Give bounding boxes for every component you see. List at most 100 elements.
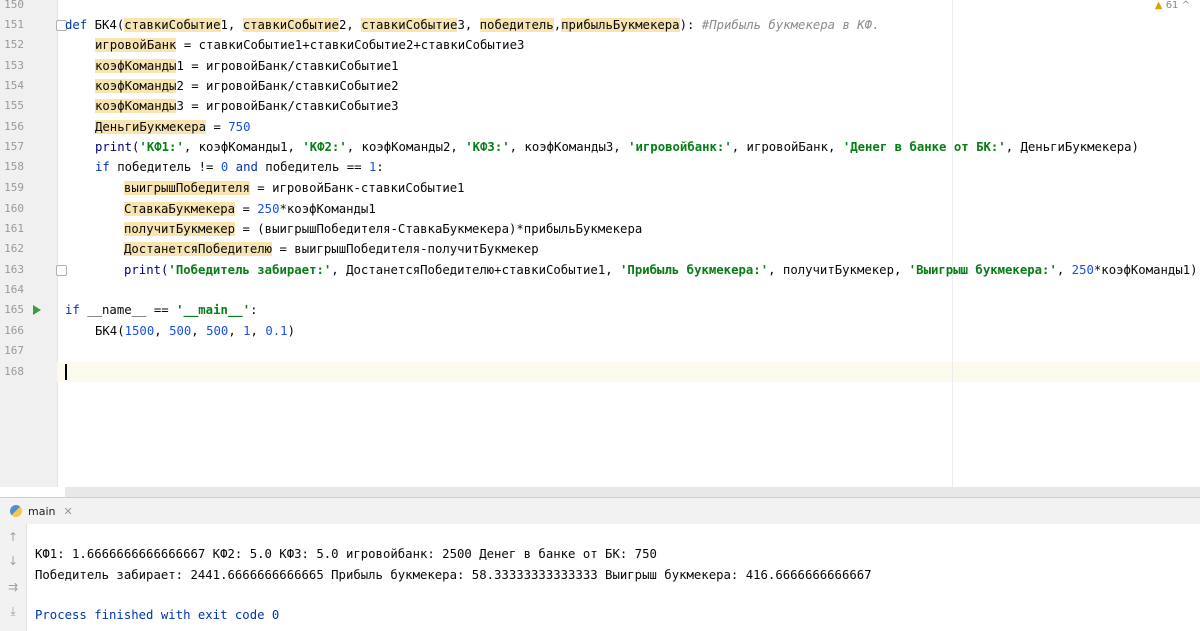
line-number: 166 — [4, 324, 24, 337]
line-number: 160 — [4, 202, 24, 215]
keyword: if — [65, 303, 80, 317]
run-gutter-icon[interactable] — [33, 305, 41, 315]
variable: коэфКоманды — [95, 59, 177, 73]
number: 500 — [206, 324, 229, 338]
args: , коэфКоманды3, — [509, 140, 629, 154]
param: ставкиСобытие — [242, 18, 339, 32]
console-output-line: КФ1: 1.6666666666666667 КФ2: 5.0 КФ3: 5.… — [35, 547, 657, 561]
python-icon — [10, 505, 22, 517]
punct: , — [250, 324, 266, 338]
code-line: if __name__ == '__main__': — [65, 300, 258, 320]
code-line: print('КФ1:', коэфКоманды1, 'КФ2:', коэф… — [95, 137, 1139, 157]
variable-suffix: 3 — [176, 99, 184, 113]
tab-main[interactable]: main ✕ — [10, 502, 73, 520]
args: , игровойБанк, — [731, 140, 843, 154]
param-suffix: 3 — [457, 18, 465, 32]
punct: , — [228, 324, 244, 338]
comment: #Прибыль букмекера в КФ. — [701, 18, 880, 32]
line-number: 156 — [4, 120, 24, 133]
number: 250 — [257, 202, 280, 216]
code-line: if победитель != 0 and победитель == 1: — [95, 157, 384, 177]
tab-main-label: main — [28, 504, 56, 518]
variable: коэфКоманды — [95, 79, 177, 93]
variable-suffix: 2 — [176, 79, 184, 93]
function-call: БК4( — [95, 324, 125, 338]
builtin: print( — [124, 263, 169, 277]
function-name: БК4( — [94, 18, 125, 32]
arrow-down-icon[interactable]: ↓ — [6, 554, 20, 568]
expression: = игровойБанк/ставкиСобытие1 — [183, 59, 399, 73]
punct: ) — [287, 324, 295, 338]
args: , — [1056, 263, 1072, 277]
scroll-to-end-icon[interactable]: ⤓ — [6, 604, 20, 618]
variable-suffix: 1 — [176, 59, 184, 73]
text-caret — [65, 364, 67, 380]
code-line: ДостанетсяПобедителю = выигрышПобедителя… — [124, 239, 539, 259]
line-number: 152 — [4, 38, 24, 51]
punct: , — [464, 18, 480, 32]
param: прибыльБукмекера — [561, 18, 680, 32]
keyword: if — [95, 160, 110, 174]
number: 1 — [243, 324, 251, 338]
expression: = (выигрышПобедителя-СтавкаБукмекера)*пр… — [235, 222, 643, 236]
line-number: 158 — [4, 160, 24, 173]
number: 0.1 — [265, 324, 288, 338]
punct: : — [250, 303, 258, 317]
number: 750 — [228, 120, 251, 134]
code-line: print('Победитель забирает:', Достанется… — [124, 260, 1198, 280]
horizontal-scrollbar[interactable] — [65, 487, 1200, 497]
code-line: СтавкаБукмекера = 250*коэфКоманды1 — [124, 199, 376, 219]
args: , коэфКоманды1, — [183, 140, 303, 154]
line-number: 164 — [4, 283, 24, 296]
code-line: игровойБанк = ставкиСобытие1+ставкиСобыт… — [95, 35, 524, 55]
punct: : — [376, 160, 384, 174]
expression: победитель != — [109, 160, 221, 174]
number: 500 — [169, 324, 192, 338]
param-suffix: 1 — [220, 18, 228, 32]
code-line: ДеньгиБукмекера = 750 — [95, 117, 251, 137]
builtin: print( — [95, 140, 140, 154]
code-editor[interactable]: 150 151 152 153 154 155 156 157 158 159 … — [0, 0, 1200, 487]
variable: игровойБанк — [95, 38, 177, 52]
close-icon[interactable]: ✕ — [63, 505, 72, 518]
punct: ): — [679, 18, 702, 32]
expression: __name__ == — [79, 303, 177, 317]
string: 'КФ1:' — [139, 140, 184, 154]
run-tool-window-tabs: main ✕ — [0, 497, 1200, 525]
code-line: выигрышПобедителя = игровойБанк-ставкиСо… — [124, 178, 465, 198]
string: 'КФ3:' — [465, 140, 510, 154]
line-number: 157 — [4, 140, 24, 153]
line-number: 165 — [4, 303, 24, 316]
line-number: 167 — [4, 344, 24, 357]
args: , получитБукмекер, — [768, 263, 909, 277]
args: *коэфКоманды1) — [1093, 263, 1198, 277]
punct: , — [553, 18, 562, 32]
punct: , — [227, 18, 243, 32]
console-toolbar: ↑ ↓ ⇉ ⤓ — [0, 524, 27, 631]
punct: , — [191, 324, 207, 338]
line-number: 155 — [4, 99, 24, 112]
expression: = игровойБанк-ставкиСобытие1 — [249, 181, 465, 195]
code-line: коэфКоманды3 = игровойБанк/ставкиСобытие… — [95, 96, 399, 116]
string: 'игровойбанк:' — [628, 140, 732, 154]
run-console[interactable]: ↑ ↓ ⇉ ⤓ КФ1: 1.6666666666666667 КФ2: 5.0… — [0, 524, 1200, 631]
line-number: 150 — [4, 0, 24, 11]
code-line: получитБукмекер = (выигрышПобедителя-Ста… — [124, 219, 642, 239]
variable: выигрышПобедителя — [124, 181, 250, 195]
process-exit-message: Process finished with exit code 0 — [35, 608, 280, 622]
variable: ДостанетсяПобедителю — [124, 242, 273, 256]
punct: , — [346, 18, 362, 32]
expression: победитель == — [257, 160, 369, 174]
variable: коэфКоманды — [95, 99, 177, 113]
string: 'Прибыль букмекера:' — [620, 263, 769, 277]
code-area[interactable]: def БК4(ставкиСобытие1, ставкиСобытие2, … — [65, 0, 1200, 487]
line-number: 153 — [4, 59, 24, 72]
variable: ДеньгиБукмекера — [95, 120, 207, 134]
expression: = ставкиСобытие1+ставкиСобытие2+ставкиСо… — [176, 38, 525, 52]
arrow-up-icon[interactable]: ↑ — [6, 530, 20, 544]
code-line: коэфКоманды1 = игровойБанк/ставкиСобытие… — [95, 56, 399, 76]
string: '__main__' — [176, 303, 251, 317]
code-line: def БК4(ставкиСобытие1, ставкиСобытие2, … — [65, 15, 879, 35]
punct: , — [154, 324, 170, 338]
soft-wrap-icon[interactable]: ⇉ — [6, 580, 20, 594]
